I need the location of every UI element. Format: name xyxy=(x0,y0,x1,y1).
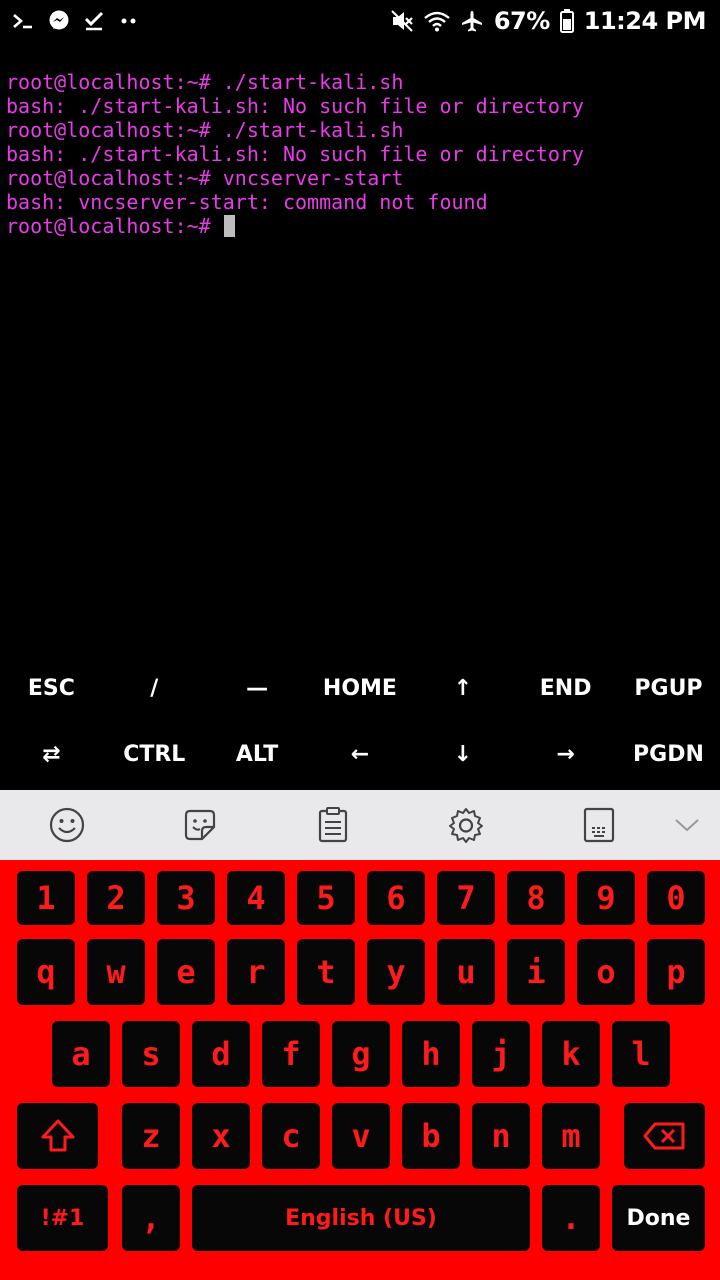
terminal-cursor xyxy=(223,215,235,237)
key-t[interactable]: t xyxy=(297,939,355,1005)
emoji-icon xyxy=(49,807,85,843)
key-d[interactable]: d xyxy=(192,1021,250,1087)
messenger-icon xyxy=(48,10,70,32)
alt-key[interactable]: ALT xyxy=(206,721,309,787)
check-icon xyxy=(84,11,106,31)
terminal-output[interactable]: root@localhost:~# ./start-kali.sh bash: … xyxy=(6,70,714,650)
pgup-key[interactable]: PGUP xyxy=(617,655,720,721)
ctrl-key[interactable]: CTRL xyxy=(103,721,206,787)
pgdn-key[interactable]: PGDN xyxy=(617,721,720,787)
system-icons: 67% 11:24 PM xyxy=(390,6,707,36)
key-i[interactable]: i xyxy=(507,939,565,1005)
key-g[interactable]: g xyxy=(332,1021,390,1087)
arrow-right-key[interactable]: → xyxy=(514,721,617,787)
esc-key[interactable]: ESC xyxy=(0,655,103,721)
sticker-button[interactable] xyxy=(133,790,266,860)
key-y[interactable]: y xyxy=(367,939,425,1005)
clipboard-icon xyxy=(317,807,349,843)
key-5[interactable]: 5 xyxy=(297,871,355,925)
key-2[interactable]: 2 xyxy=(87,871,145,925)
end-key[interactable]: END xyxy=(514,655,617,721)
backspace-key[interactable] xyxy=(624,1103,705,1169)
key-j[interactable]: j xyxy=(472,1021,530,1087)
key-v[interactable]: v xyxy=(332,1103,390,1169)
collapse-chevron-icon xyxy=(674,817,700,833)
key-u[interactable]: u xyxy=(437,939,495,1005)
comma-key[interactable]: , xyxy=(122,1185,180,1251)
sticker-icon xyxy=(182,807,218,843)
key-7[interactable]: 7 xyxy=(437,871,495,925)
airplane-icon xyxy=(460,9,484,33)
space-key[interactable]: English (US) xyxy=(192,1185,530,1251)
key-k[interactable]: k xyxy=(542,1021,600,1087)
key-0[interactable]: 0 xyxy=(647,871,705,925)
dash-key[interactable]: — xyxy=(206,655,309,721)
key-p[interactable]: p xyxy=(647,939,705,1005)
status-bar: 67% 11:24 PM xyxy=(0,0,720,42)
terminal-line: root@localhost:~# ./start-kali.sh xyxy=(6,118,404,142)
done-key[interactable]: Done xyxy=(612,1185,705,1251)
clock: 11:24 PM xyxy=(583,7,707,35)
key-3[interactable]: 3 xyxy=(157,871,215,925)
key-8[interactable]: 8 xyxy=(507,871,565,925)
extra-keys-row-2: ⇄ CTRL ALT ← ↓ → PGDN xyxy=(0,721,720,787)
arrow-up-key[interactable]: ↑ xyxy=(411,655,514,721)
key-c[interactable]: c xyxy=(262,1103,320,1169)
slash-key[interactable]: / xyxy=(103,655,206,721)
key-x[interactable]: x xyxy=(192,1103,250,1169)
key-s[interactable]: s xyxy=(122,1021,180,1087)
period-key[interactable]: . xyxy=(542,1185,600,1251)
keyboard-mode-icon xyxy=(583,807,615,843)
shift-key[interactable] xyxy=(17,1103,98,1169)
key-o[interactable]: o xyxy=(577,939,635,1005)
tab-key[interactable]: ⇄ xyxy=(0,721,103,787)
key-r[interactable]: r xyxy=(227,939,285,1005)
keyboard-mode-button[interactable] xyxy=(532,790,665,860)
settings-button[interactable] xyxy=(399,790,532,860)
key-a[interactable]: a xyxy=(52,1021,110,1087)
key-e[interactable]: e xyxy=(157,939,215,1005)
key-f[interactable]: f xyxy=(262,1021,320,1087)
terminal-icon xyxy=(12,12,34,30)
terminal-line: bash: vncserver-start: command not found xyxy=(6,190,488,214)
terminal-prompt: root@localhost:~# xyxy=(6,214,223,238)
arrow-down-key[interactable]: ↓ xyxy=(411,721,514,787)
emoji-button[interactable] xyxy=(0,790,133,860)
terminal-prompt-line: root@localhost:~# xyxy=(6,214,714,238)
terminal-line: bash: ./start-kali.sh: No such file or d… xyxy=(6,142,584,166)
key-1[interactable]: 1 xyxy=(17,871,75,925)
wifi-icon xyxy=(424,10,450,32)
keyboard: 1 2 3 4 5 6 7 8 9 0 q w e r t y u i o p … xyxy=(0,860,720,1280)
battery-percent: 67% xyxy=(493,7,550,35)
key-m[interactable]: m xyxy=(542,1103,600,1169)
key-z[interactable]: z xyxy=(122,1103,180,1169)
shift-arrow-icon xyxy=(40,1118,76,1154)
terminal-line: bash: ./start-kali.sh: No such file or d… xyxy=(6,94,584,118)
extra-keys-bar: ESC / — HOME ↑ END PGUP ⇄ CTRL ALT ← ↓ →… xyxy=(0,655,720,790)
arrow-left-key[interactable]: ← xyxy=(309,721,412,787)
key-n[interactable]: n xyxy=(472,1103,530,1169)
mute-icon xyxy=(390,9,414,33)
battery-icon xyxy=(559,9,574,33)
clipboard-button[interactable] xyxy=(266,790,399,860)
home-key[interactable]: HOME xyxy=(309,655,412,721)
collapse-button[interactable] xyxy=(672,812,702,838)
key-b[interactable]: b xyxy=(402,1103,460,1169)
more-dots-icon xyxy=(120,17,138,25)
key-9[interactable]: 9 xyxy=(577,871,635,925)
notification-icons xyxy=(12,6,138,36)
key-4[interactable]: 4 xyxy=(227,871,285,925)
extra-keys-row-1: ESC / — HOME ↑ END PGUP xyxy=(0,655,720,721)
settings-icon xyxy=(447,806,485,844)
key-h[interactable]: h xyxy=(402,1021,460,1087)
symbols-key[interactable]: !#1 xyxy=(17,1185,108,1251)
backspace-icon xyxy=(643,1121,687,1151)
terminal-line: root@localhost:~# vncserver-start xyxy=(6,166,404,190)
key-w[interactable]: w xyxy=(87,939,145,1005)
terminal-line: root@localhost:~# ./start-kali.sh xyxy=(6,70,404,94)
key-q[interactable]: q xyxy=(17,939,75,1005)
keyboard-toolbar xyxy=(0,790,720,860)
key-6[interactable]: 6 xyxy=(367,871,425,925)
key-l[interactable]: l xyxy=(612,1021,670,1087)
